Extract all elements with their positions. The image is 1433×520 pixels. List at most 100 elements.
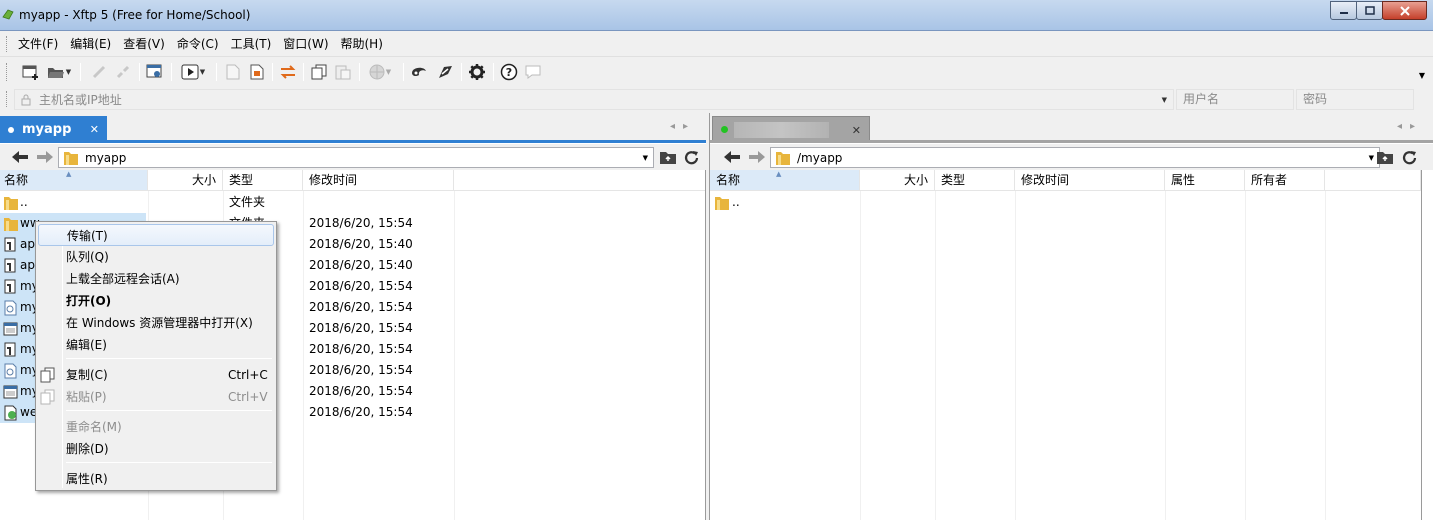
ctx-paste[interactable]: 粘贴(P) Ctrl+V	[38, 386, 274, 408]
file-modified	[309, 192, 449, 213]
tab-label: myapp	[22, 122, 72, 137]
menu-command[interactable]: 命令(C)	[171, 34, 225, 54]
menu-item-label: 传输(T)	[67, 229, 108, 243]
file-modified: 2018/6/20, 15:40	[309, 258, 413, 272]
chevron-down-icon[interactable]: ▼	[1369, 154, 1374, 162]
name-cell[interactable]: ..	[0, 192, 146, 213]
disconnect-button[interactable]	[112, 61, 134, 83]
menu-tools[interactable]: 工具(T)	[225, 34, 278, 54]
tab-close-icon[interactable]: ✕	[90, 123, 99, 136]
redacted-host-label	[734, 121, 829, 138]
menu-item-label: 编辑(E)	[66, 338, 107, 352]
column-header-type[interactable]: 类型	[935, 170, 1015, 191]
connect-button[interactable]	[88, 61, 110, 83]
menu-item-label: 重命名(M)	[66, 420, 122, 434]
ctx-rename[interactable]: 重命名(M)	[38, 416, 274, 438]
options-button[interactable]	[466, 61, 488, 83]
column-header-type[interactable]: 类型	[223, 170, 303, 191]
properties-button[interactable]	[144, 61, 166, 83]
menu-help[interactable]: 帮助(H)	[335, 34, 389, 54]
paste-icon	[335, 65, 351, 80]
menu-view[interactable]: 查看(V)	[117, 34, 171, 54]
remote-path-input[interactable]: /myapp ▼	[770, 147, 1380, 168]
remote-tab-strip: ✕ ◂▸	[710, 113, 1433, 143]
new-session-button[interactable]	[20, 61, 42, 83]
column-header-modified[interactable]: 修改时间	[1015, 170, 1165, 191]
file-modified: 2018/6/20, 15:54	[309, 216, 413, 230]
edit-file-button[interactable]	[246, 61, 268, 83]
column-header-owner[interactable]: 所有者	[1245, 170, 1325, 191]
ctx-edit[interactable]: 编辑(E)	[38, 334, 274, 356]
tab-scroll-arrows[interactable]: ◂▸	[670, 121, 696, 132]
menu-window[interactable]: 窗口(W)	[277, 34, 334, 54]
menu-item-label: 上载全部远程会话(A)	[66, 272, 180, 286]
new-file-button[interactable]	[222, 61, 244, 83]
column-header-attributes[interactable]: 属性	[1165, 170, 1245, 191]
ctx-properties[interactable]: 属性(R)	[38, 468, 274, 490]
refresh-icon[interactable]	[683, 149, 701, 167]
ctx-upload-all[interactable]: 上载全部远程会话(A)	[38, 268, 274, 290]
menu-edit[interactable]: 编辑(E)	[64, 34, 117, 54]
file-icon	[4, 258, 16, 273]
forward-arrow-icon[interactable]	[747, 149, 767, 165]
paste-button[interactable]	[332, 61, 354, 83]
column-header-size[interactable]: 大小	[860, 170, 935, 191]
password-input[interactable]: 密码	[1296, 89, 1414, 110]
help-button[interactable]: ?	[498, 61, 520, 83]
tab-scroll-arrows[interactable]: ◂▸	[1397, 121, 1423, 132]
toolbar-grip[interactable]	[6, 63, 9, 81]
ctx-transfer[interactable]: 传输(T)	[38, 224, 274, 246]
remote-file-list[interactable]: ▲ 名称 大小 类型 修改时间 属性 所有者 ..	[710, 170, 1433, 520]
tab-remote-session[interactable]: ✕	[712, 116, 870, 143]
open-session-button[interactable]: ▼	[44, 61, 74, 83]
ctx-delete[interactable]: 删除(D)	[38, 438, 274, 460]
xshell-button[interactable]	[408, 61, 430, 83]
copy-button[interactable]	[308, 61, 330, 83]
chevron-down-icon[interactable]: ▼	[643, 154, 648, 162]
parent-folder-icon[interactable]	[1376, 149, 1394, 165]
ctx-queue[interactable]: 队列(Q)	[38, 246, 274, 268]
refresh-icon[interactable]	[1401, 149, 1419, 167]
menu-item-label: 队列(Q)	[66, 250, 109, 264]
column-header-size[interactable]: 大小	[148, 170, 223, 191]
svg-text:?: ?	[506, 66, 512, 79]
gear-icon	[469, 64, 485, 80]
tab-local-myapp[interactable]: myapp ✕	[0, 116, 107, 143]
minimize-button[interactable]	[1330, 1, 1357, 20]
table-row[interactable]: .. 文件夹	[0, 192, 454, 213]
transfer-button[interactable]: ▼	[176, 61, 210, 83]
maximize-button[interactable]	[1356, 1, 1383, 20]
file-icon	[4, 342, 16, 357]
ctx-open[interactable]: 打开(O)	[38, 290, 274, 312]
menu-file[interactable]: 文件(F)	[12, 34, 64, 54]
column-header-name[interactable]: ▲ 名称	[0, 170, 148, 191]
xftp-button[interactable]	[434, 61, 456, 83]
encoding-button[interactable]: ▼	[364, 61, 396, 83]
file-icon	[4, 363, 17, 379]
back-arrow-icon[interactable]	[10, 149, 30, 165]
xftp-icon	[439, 66, 452, 78]
menu-item-label: 复制(C)	[66, 368, 108, 382]
toolbar-grip[interactable]	[6, 36, 9, 52]
chat-button[interactable]	[522, 61, 544, 83]
toolbar-grip[interactable]	[6, 91, 9, 107]
back-arrow-icon[interactable]	[722, 149, 742, 165]
tab-close-icon[interactable]: ✕	[852, 124, 861, 137]
sync-button[interactable]	[277, 61, 299, 83]
ctx-open-in-explorer[interactable]: 在 Windows 资源管理器中打开(X)	[38, 312, 274, 334]
host-input[interactable]: 主机名或IP地址 ▼	[14, 89, 1174, 110]
column-header-name[interactable]: ▲ 名称	[710, 170, 860, 191]
close-window-button[interactable]	[1382, 1, 1427, 20]
forward-arrow-icon[interactable]	[35, 149, 55, 165]
list-item[interactable]: ..	[710, 192, 860, 213]
title-bar[interactable]: myapp - Xftp 5 (Free for Home/School)	[0, 0, 1433, 31]
username-input[interactable]: 用户名	[1176, 89, 1294, 110]
column-header-modified[interactable]: 修改时间	[303, 170, 454, 191]
menu-bar: 文件(F) 编辑(E) 查看(V) 命令(C) 工具(T) 窗口(W) 帮助(H…	[0, 31, 1433, 57]
local-path-input[interactable]: myapp ▼	[58, 147, 654, 168]
ctx-copy[interactable]: 复制(C) Ctrl+C	[38, 364, 274, 386]
local-path-text: myapp	[85, 150, 127, 165]
parent-folder-icon[interactable]	[659, 149, 677, 165]
toolbar-overflow-icon[interactable]: ▼	[1419, 71, 1425, 80]
chevron-down-icon[interactable]: ▼	[1162, 96, 1167, 104]
